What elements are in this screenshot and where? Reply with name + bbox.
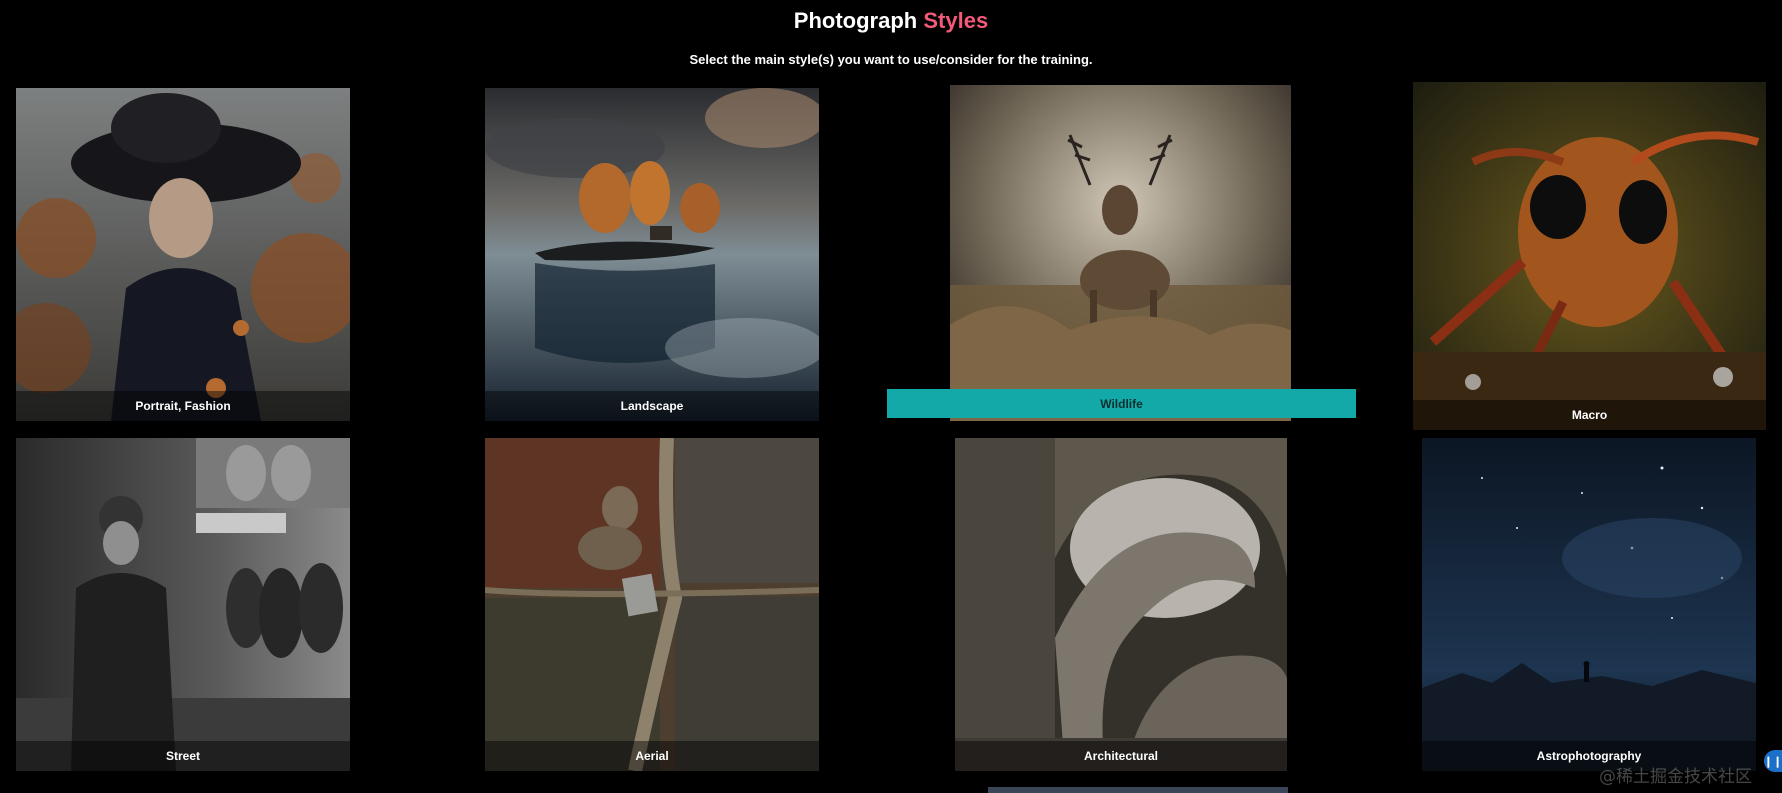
style-card-street[interactable]: Street bbox=[16, 438, 350, 771]
portrait-fashion-label-bar: Portrait, Fashion bbox=[16, 391, 350, 421]
style-card-landscape[interactable]: Landscape bbox=[485, 88, 819, 421]
title-accent: Styles bbox=[923, 8, 989, 33]
style-card-wildlife[interactable] bbox=[950, 85, 1291, 421]
wildlife-selected-bar[interactable]: Wildlife bbox=[887, 389, 1356, 418]
floating-widget-icon[interactable]: ❙❙ bbox=[1764, 750, 1782, 772]
aerial-photo bbox=[485, 438, 819, 771]
page: Photograph Styles Select the main style(… bbox=[0, 0, 1782, 793]
style-card-portrait-fashion[interactable]: Portrait, Fashion bbox=[16, 88, 350, 421]
page-title: Photograph Styles bbox=[0, 6, 1782, 36]
style-label: Architectural bbox=[1083, 749, 1159, 763]
page-subtitle: Select the main style(s) you want to use… bbox=[689, 52, 1093, 67]
architectural-label-bar: Architectural bbox=[955, 741, 1287, 771]
watermark: @稀土掘金技术社区 bbox=[1599, 767, 1752, 787]
architectural-photo bbox=[955, 438, 1287, 771]
street-label-bar: Street bbox=[16, 741, 350, 771]
macro-photo bbox=[1413, 82, 1766, 430]
style-label: Landscape bbox=[620, 399, 684, 413]
macro-label-bar: Macro bbox=[1413, 400, 1766, 430]
portrait-fashion-photo bbox=[16, 88, 350, 421]
style-card-aerial[interactable]: Aerial bbox=[485, 438, 819, 771]
next-row-card-edge[interactable] bbox=[988, 787, 1288, 793]
style-label: Portrait, Fashion bbox=[135, 399, 231, 413]
landscape-photo bbox=[485, 88, 819, 421]
style-label: Aerial bbox=[635, 749, 669, 763]
style-card-astrophotography[interactable]: Astrophotography bbox=[1422, 438, 1756, 771]
style-label: Street bbox=[165, 749, 200, 763]
astrophotography-photo bbox=[1422, 438, 1756, 771]
landscape-label-bar: Landscape bbox=[485, 391, 819, 421]
style-label: Wildlife bbox=[1100, 396, 1143, 411]
style-card-macro[interactable]: Macro bbox=[1413, 82, 1766, 430]
title-main: Photograph bbox=[793, 8, 918, 33]
style-label: Astrophotography bbox=[1536, 749, 1642, 763]
style-card-architectural[interactable]: Architectural bbox=[955, 438, 1287, 771]
street-photo bbox=[16, 438, 350, 771]
aerial-label-bar: Aerial bbox=[485, 741, 819, 771]
wildlife-photo bbox=[950, 85, 1291, 421]
style-label: Macro bbox=[1571, 408, 1608, 422]
